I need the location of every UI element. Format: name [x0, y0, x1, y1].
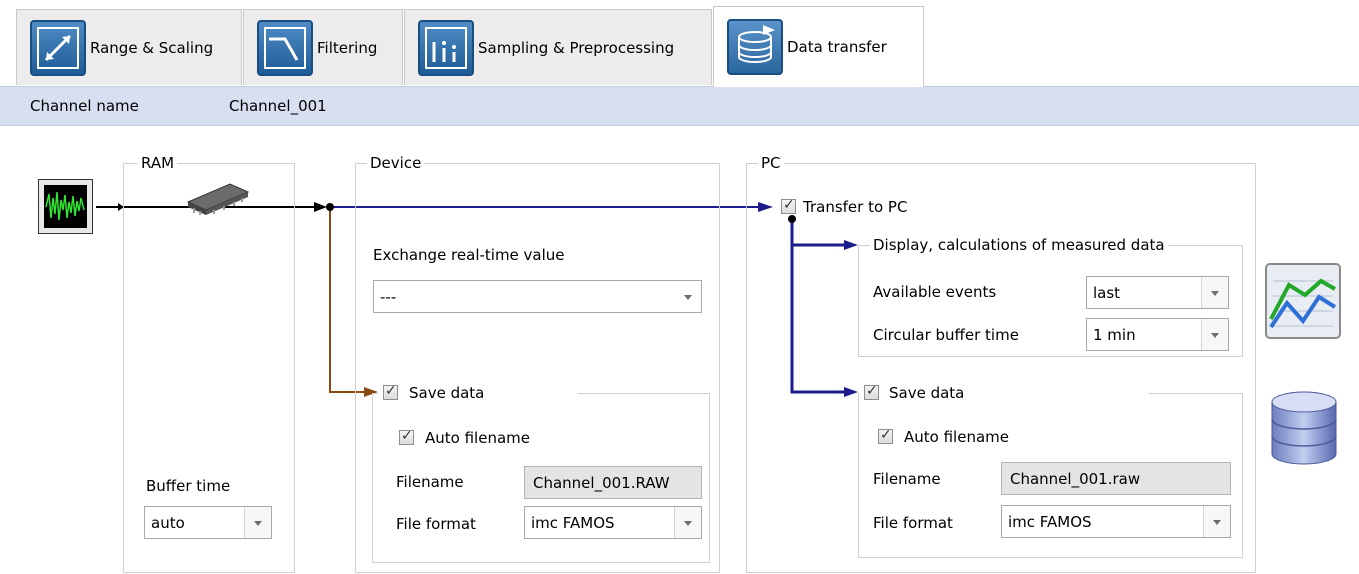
- pc-file-format-label: File format: [873, 514, 953, 532]
- exchange-real-time-select[interactable]: ---: [373, 280, 702, 313]
- chevron-down-icon[interactable]: [674, 507, 701, 538]
- device-auto-filename-checkbox[interactable]: [399, 428, 414, 445]
- pc-file-format-select[interactable]: imc FAMOS: [1001, 505, 1231, 538]
- chevron-down-icon[interactable]: [1203, 506, 1230, 537]
- pc-filename-field[interactable]: Channel_001.raw: [1001, 462, 1231, 495]
- chevron-down-icon[interactable]: [1201, 319, 1228, 350]
- display-calculations-title: Display, calculations of measured data: [870, 236, 1168, 254]
- pc-filename-label: Filename: [873, 470, 941, 488]
- device-save-data-checkbox[interactable]: [383, 383, 398, 400]
- signal-source-icon: [38, 179, 93, 234]
- junction-dot: [326, 203, 334, 211]
- pc-group-title: PC: [758, 154, 784, 172]
- transfer-to-pc-label: Transfer to PC: [803, 198, 908, 216]
- buffer-time-label: Buffer time: [146, 477, 231, 495]
- database-icon: [1266, 388, 1342, 468]
- pc-auto-filename-checkbox[interactable]: [878, 427, 893, 444]
- chevron-down-icon[interactable]: [244, 507, 271, 538]
- ram-group-title: RAM: [138, 154, 178, 172]
- available-events-label: Available events: [873, 283, 997, 301]
- chevron-down-icon[interactable]: [1201, 277, 1228, 308]
- device-auto-filename-label: Auto filename: [425, 429, 530, 447]
- data-transfer-icon: [727, 19, 783, 75]
- circular-buffer-time-label: Circular buffer time: [873, 326, 1019, 344]
- tab-label: Data transfer: [787, 38, 887, 56]
- pc-auto-filename-label: Auto filename: [904, 428, 1009, 446]
- buffer-time-select[interactable]: auto: [144, 506, 272, 539]
- device-filename-field[interactable]: Channel_001.RAW: [524, 466, 702, 499]
- tab-data-transfer[interactable]: Data transfer: [713, 6, 924, 87]
- device-file-format-label: File format: [396, 515, 476, 533]
- pc-save-data-label: Save data: [889, 384, 965, 402]
- device-file-format-select[interactable]: imc FAMOS: [524, 506, 702, 539]
- available-events-select[interactable]: last: [1086, 276, 1229, 309]
- circular-buffer-time-select[interactable]: 1 min: [1086, 318, 1229, 351]
- device-save-data-label: Save data: [409, 384, 485, 402]
- pc-save-data-checkbox[interactable]: [864, 383, 879, 400]
- exchange-real-time-label: Exchange real-time value: [373, 246, 565, 264]
- chart-display-icon: [1263, 261, 1343, 341]
- device-group-title: Device: [367, 154, 425, 172]
- device-filename-label: Filename: [396, 473, 464, 491]
- chevron-down-icon[interactable]: [675, 281, 701, 312]
- transfer-to-pc-checkbox[interactable]: [781, 197, 796, 214]
